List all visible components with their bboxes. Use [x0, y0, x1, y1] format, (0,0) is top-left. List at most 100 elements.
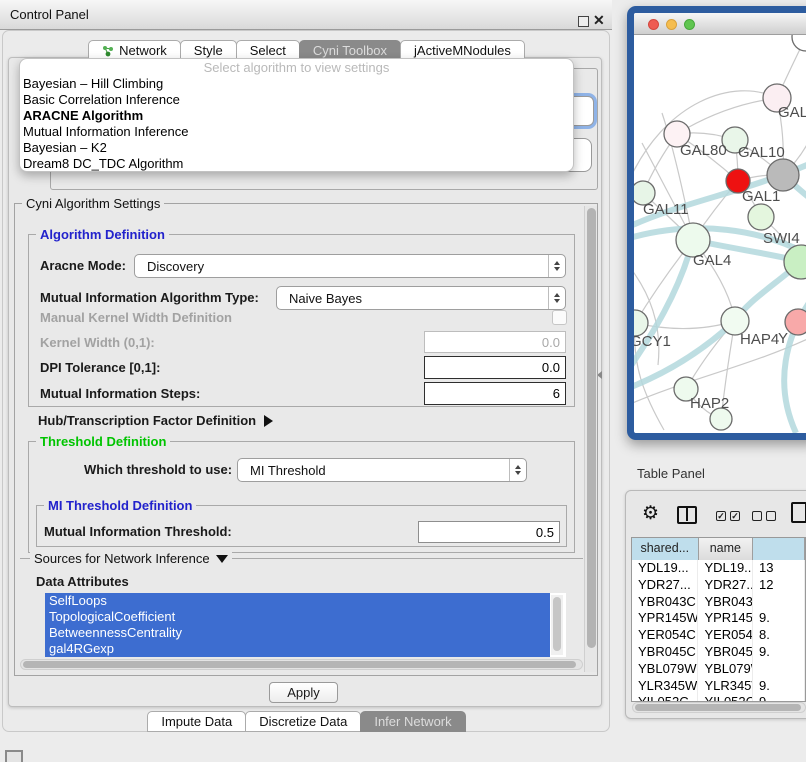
- table-cell[interactable]: [753, 661, 805, 678]
- attributes-scrollbar[interactable]: [551, 595, 563, 655]
- document-icon[interactable]: [791, 502, 806, 523]
- sources-expander[interactable]: Sources for Network Inference: [30, 551, 232, 566]
- bottom-tab-infer-network[interactable]: Infer Network: [360, 711, 465, 732]
- manual-kernel-checkbox[interactable]: [552, 310, 567, 325]
- table-cell[interactable]: YBR043C: [632, 594, 698, 611]
- network-view-window[interactable]: GALGAL80GAL10GAL1GAL11SWI4GAL4GCY1HAP4YH…: [627, 6, 806, 440]
- checked-box-icon: ✓: [716, 511, 726, 521]
- table-cell[interactable]: YDL19...: [632, 560, 698, 577]
- algorithm-item[interactable]: Dream8 DC_TDC Algorithm: [20, 156, 573, 172]
- close-window-icon[interactable]: [648, 19, 659, 30]
- mi-threshold-field[interactable]: 0.5: [418, 521, 560, 543]
- minimize-window-icon[interactable]: [666, 19, 677, 30]
- select-all-icon[interactable]: ✓ ✓: [716, 511, 740, 521]
- table-row[interactable]: YER054CYER054C8.: [632, 627, 805, 644]
- table-cell[interactable]: YLR345W: [698, 678, 753, 695]
- network-window-titlebar[interactable]: [634, 13, 806, 35]
- which-threshold-select[interactable]: MI Threshold: [237, 458, 527, 482]
- table-cell[interactable]: 9.: [753, 678, 805, 695]
- dock-panel-icon[interactable]: [5, 750, 23, 762]
- expand-down-icon: [216, 555, 228, 563]
- table-row[interactable]: YLR345WYLR345W9.: [632, 678, 805, 695]
- table-cell[interactable]: YPR145W: [632, 610, 698, 627]
- table-cell[interactable]: YER054C: [632, 627, 698, 644]
- table-cell[interactable]: YBR045C: [698, 644, 753, 661]
- table-cell[interactable]: YIL052C: [698, 694, 753, 702]
- network-edge-thick: [634, 240, 693, 373]
- settings-scrollbar-thumb[interactable]: [587, 208, 596, 648]
- mi-type-select[interactable]: Naive Bayes: [276, 286, 566, 310]
- algorithm-item[interactable]: Bayesian – K2: [20, 140, 573, 156]
- data-attribute-item[interactable]: SelfLoops: [45, 593, 550, 609]
- table-cell[interactable]: YPR145W: [698, 610, 753, 627]
- table-cell[interactable]: 9.: [753, 644, 805, 661]
- table-cell[interactable]: YBR043C: [698, 594, 753, 611]
- attributes-scrollbar-thumb[interactable]: [553, 597, 561, 651]
- network-edge: [635, 321, 735, 329]
- bottom-tab-discretize-data[interactable]: Discretize Data: [245, 711, 361, 732]
- data-attribute-item[interactable]: TopologicalCoefficient: [45, 609, 550, 625]
- network-node[interactable]: [748, 204, 774, 230]
- zoom-window-icon[interactable]: [684, 19, 695, 30]
- network-node[interactable]: [785, 309, 806, 335]
- table-cell[interactable]: YER054C: [698, 627, 753, 644]
- table-cell[interactable]: 9: [753, 694, 805, 702]
- table-cell[interactable]: YDL19...: [698, 560, 753, 577]
- node-label: HAP2: [690, 395, 729, 412]
- hub-definition-expander[interactable]: Hub/Transcription Factor Definition: [38, 410, 273, 432]
- settings-scrollbar[interactable]: [584, 206, 597, 672]
- kernel-width-field[interactable]: 0.0: [424, 331, 566, 353]
- table-cell[interactable]: 8.: [753, 627, 805, 644]
- data-attributes-list: SelfLoopsTopologicalCoefficientBetweenne…: [45, 593, 566, 657]
- expand-right-icon: [264, 415, 273, 427]
- settings-hscrollbar-thumb[interactable]: [23, 661, 576, 668]
- mi-threshold-title: MI Threshold Definition: [44, 498, 196, 513]
- data-attributes-label: Data Attributes: [36, 570, 129, 594]
- network-canvas[interactable]: GALGAL80GAL10GAL1GAL11SWI4GAL4GCY1HAP4YH…: [634, 35, 806, 433]
- table-cell[interactable]: 13: [753, 560, 805, 577]
- algorithm-item[interactable]: Mutual Information Inference: [20, 124, 573, 140]
- close-icon[interactable]: ✕: [593, 12, 605, 28]
- table-cell[interactable]: YDR27...: [632, 577, 698, 594]
- network-node[interactable]: [792, 35, 806, 51]
- table-cell[interactable]: YBR045C: [632, 644, 698, 661]
- table-row[interactable]: YIL052CYIL052C9: [632, 694, 805, 702]
- table-row[interactable]: YDR27...YDR27...12: [632, 577, 805, 594]
- mi-steps-field[interactable]: 6: [424, 382, 566, 405]
- table-cell[interactable]: YIL052C: [632, 694, 698, 702]
- apply-button[interactable]: Apply: [269, 682, 338, 703]
- table-column-header[interactable]: name: [699, 538, 754, 560]
- algorithm-item[interactable]: Basic Correlation Inference: [20, 92, 573, 108]
- deselect-all-icon[interactable]: [752, 511, 776, 521]
- table-hscrollbar-thumb[interactable]: [635, 704, 801, 711]
- table-panel-title: Table Panel: [637, 466, 705, 481]
- table-cell[interactable]: 12: [753, 577, 805, 594]
- table-row[interactable]: YBL079WYBL079W: [632, 661, 805, 678]
- algorithm-item[interactable]: ARACNE Algorithm: [20, 108, 573, 124]
- table-row[interactable]: YBR043CYBR043C: [632, 594, 805, 611]
- table-column-header[interactable]: [753, 538, 805, 560]
- table-cell[interactable]: YBL079W: [698, 661, 753, 678]
- dpi-tolerance-field[interactable]: 0.0: [424, 356, 566, 379]
- network-node[interactable]: [767, 159, 799, 191]
- columns-icon[interactable]: [677, 506, 697, 524]
- table-cell[interactable]: YDR27...: [698, 577, 753, 594]
- control-panel-titlebar: Control Panel ✕: [0, 0, 612, 30]
- gear-icon[interactable]: ⚙: [642, 503, 659, 525]
- bottom-tab-impute-data[interactable]: Impute Data: [147, 711, 246, 732]
- table-cell[interactable]: 9.: [753, 610, 805, 627]
- table-cell[interactable]: YLR345W: [632, 678, 698, 695]
- data-attribute-item[interactable]: gal4RGexp: [45, 641, 550, 657]
- aracne-mode-select[interactable]: Discovery: [134, 254, 566, 278]
- table-column-header[interactable]: shared...: [632, 538, 699, 560]
- settings-hscrollbar[interactable]: [20, 659, 583, 670]
- table-hscrollbar[interactable]: [632, 702, 806, 713]
- table-row[interactable]: YDL19...YDL19...13: [632, 560, 805, 577]
- table-cell[interactable]: [753, 594, 805, 611]
- table-cell[interactable]: YBL079W: [632, 661, 698, 678]
- data-attribute-item[interactable]: BetweennessCentrality: [45, 625, 550, 641]
- table-row[interactable]: YPR145WYPR145W9.: [632, 610, 805, 627]
- algorithm-item[interactable]: Bayesian – Hill Climbing: [20, 76, 573, 92]
- float-panel-icon[interactable]: [578, 16, 589, 27]
- table-row[interactable]: YBR045CYBR045C9.: [632, 644, 805, 661]
